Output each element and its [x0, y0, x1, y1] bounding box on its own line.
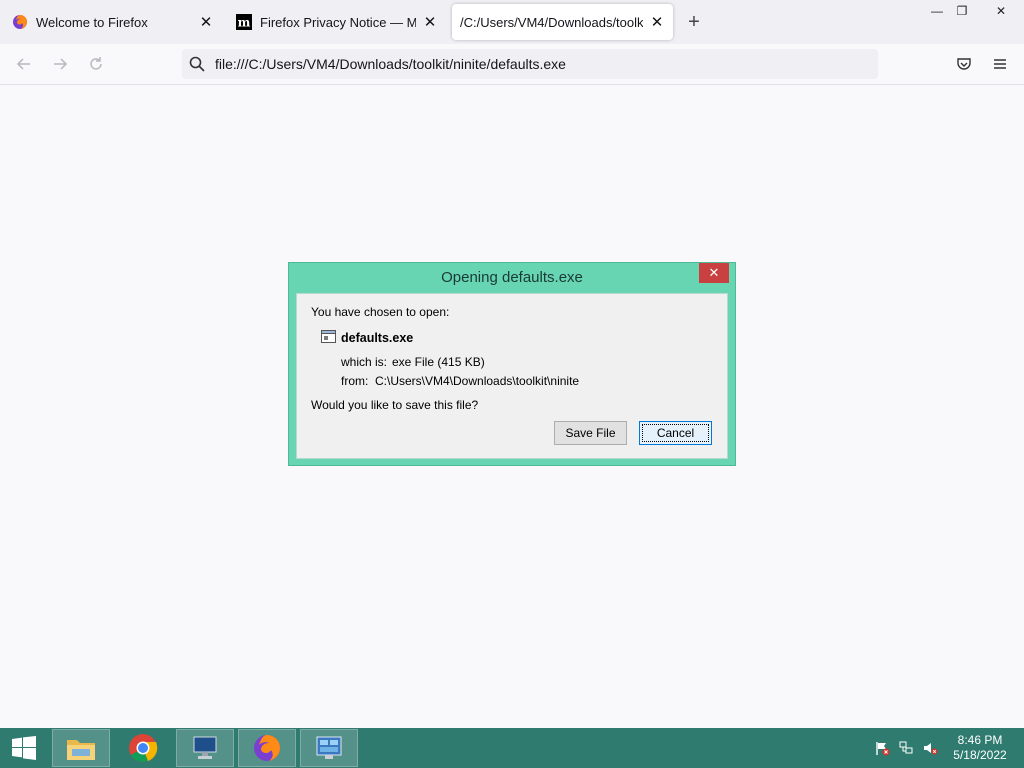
taskbar-control-panel[interactable] [300, 729, 358, 767]
reload-icon [90, 57, 102, 70]
mozilla-m-icon: m [236, 14, 252, 30]
close-window-button[interactable]: ✕ [984, 0, 1018, 22]
pocket-button[interactable] [952, 52, 976, 76]
tab-defaults-exe[interactable]: /C:/Users/VM4/Downloads/toolkit/ninite/d… [452, 4, 673, 40]
from-label: from: [341, 374, 369, 388]
which-is-label: which is: [341, 355, 388, 369]
file-name: defaults.exe [341, 331, 414, 345]
chrome-icon [129, 734, 158, 762]
windows-start-icon [12, 736, 36, 760]
start-button[interactable] [0, 729, 48, 767]
exe-file-icon [321, 330, 336, 346]
close-tab-icon[interactable]: ✕ [649, 14, 665, 31]
url-text: file:///C:/Users/VM4/Downloads/toolkit/n… [215, 56, 566, 72]
restore-button[interactable]: ❐ [945, 0, 979, 22]
firefox-icon [12, 14, 28, 30]
save-question: Would you like to save this file? [311, 398, 479, 412]
dialog-title: Opening defaults.exe [441, 269, 583, 286]
taskbar-remote-desktop[interactable] [176, 729, 234, 767]
tab-strip: Welcome to Firefox ✕ m Firefox Privacy N… [0, 0, 1024, 44]
address-bar[interactable]: file:///C:/Users/VM4/Downloads/toolkit/n… [182, 49, 878, 79]
forward-icon [54, 58, 68, 70]
taskbar-chrome[interactable] [114, 729, 172, 767]
windows-taskbar: 8:46 PM 5/18/2022 [0, 728, 1024, 768]
search-icon [189, 56, 205, 72]
close-tab-icon[interactable]: ✕ [422, 14, 438, 31]
taskbar-file-explorer[interactable] [52, 729, 110, 767]
save-file-button[interactable]: Save File [554, 421, 627, 445]
taskbar-firefox[interactable] [238, 729, 296, 767]
app-menu-button[interactable] [988, 52, 1012, 76]
navigation-toolbar: file:///C:/Users/VM4/Downloads/toolkit/n… [0, 44, 1024, 85]
back-icon [16, 58, 30, 70]
svg-text:m: m [238, 16, 251, 30]
forward-button[interactable] [48, 52, 72, 76]
cancel-button[interactable]: Cancel [639, 421, 712, 445]
download-dialog: Opening defaults.exe ✕ You have chosen t… [288, 262, 736, 466]
dialog-close-button[interactable]: ✕ [699, 263, 729, 283]
volume-muted-icon[interactable] [922, 740, 938, 756]
taskbar-clock[interactable]: 8:46 PM 5/18/2022 [944, 733, 1016, 763]
tab-privacy-notice[interactable]: m Firefox Privacy Notice — Mozilla ✕ [228, 4, 446, 40]
tab-label: Firefox Privacy Notice — Mozilla [260, 14, 416, 30]
firefox-icon [254, 735, 280, 761]
remote-desktop-icon [193, 736, 217, 759]
clock-date: 5/18/2022 [953, 748, 1007, 762]
action-center-flag-icon[interactable] [874, 740, 890, 756]
network-icon[interactable] [898, 740, 914, 756]
back-button[interactable] [12, 52, 36, 76]
dialog-body: You have chosen to open: defaults.exe wh… [296, 293, 728, 459]
clock-time: 8:46 PM [957, 733, 1003, 747]
file-source-path: C:\Users\VM4\Downloads\toolkit\ninite [375, 374, 580, 388]
file-explorer-icon [67, 740, 95, 760]
close-tab-icon[interactable]: ✕ [198, 14, 214, 31]
control-panel-icon [316, 736, 342, 759]
pocket-icon [957, 58, 971, 70]
dialog-intro: You have chosen to open: [311, 305, 450, 319]
tab-welcome[interactable]: Welcome to Firefox ✕ [4, 4, 222, 40]
reload-button[interactable] [84, 52, 108, 76]
file-type-value: exe File (415 KB) [392, 355, 485, 369]
menu-icon [994, 59, 1006, 69]
new-tab-button[interactable]: + [682, 10, 706, 34]
tab-label: /C:/Users/VM4/Downloads/toolkit/ninite/d… [460, 14, 643, 30]
tab-label: Welcome to Firefox [36, 14, 148, 30]
